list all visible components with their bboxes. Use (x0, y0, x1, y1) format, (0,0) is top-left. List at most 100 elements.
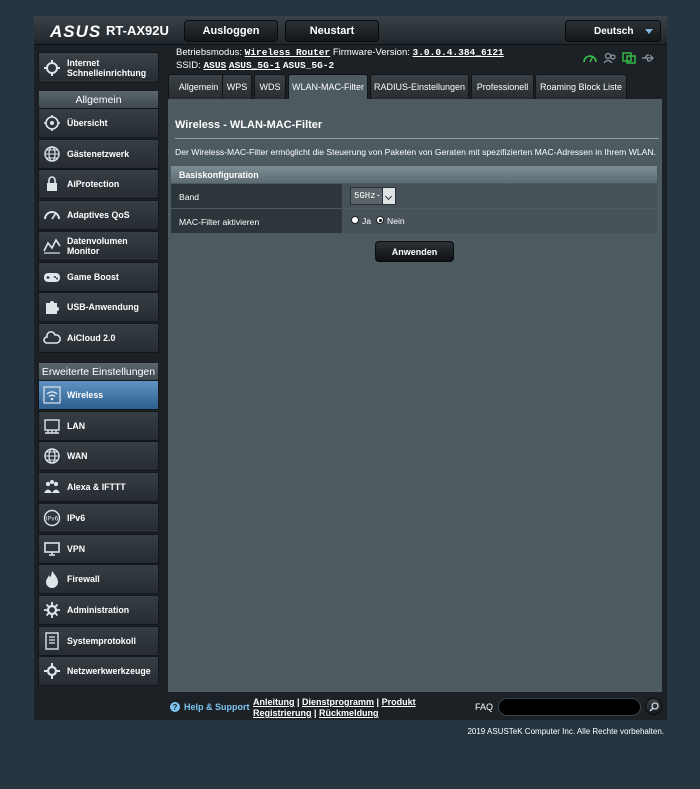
tab-wlan-mac-filter[interactable]: WLAN-MAC-Filter (288, 74, 368, 99)
sidebar-item-game-boost[interactable]: Game Boost (38, 261, 159, 292)
sidebar-item-label: WAN (67, 451, 88, 462)
sidebar-item-label: Firewall (67, 574, 100, 585)
sidebar-item-label: Netzwerkwerkzeuge (67, 666, 151, 677)
copyright-text: 2019 ASUSTeK Computer Inc. Alle Rechte v… (467, 727, 664, 736)
band-select[interactable]: 5GHz-1 (350, 187, 396, 205)
help-support-label: Help & Support (184, 702, 250, 712)
utility-link[interactable]: Dienstprogramm (302, 697, 374, 707)
tab-radius-einstellungen[interactable]: RADIUS-Einstellungen (370, 74, 469, 99)
sidebar-item-quick-internet-setup[interactable]: Internet Schnelleinrichtung (38, 52, 159, 83)
mac-filter-radio-no[interactable] (376, 216, 384, 224)
internet-status-icon[interactable] (583, 52, 597, 64)
sidebar-item-datenvolumen-monitor[interactable]: Datenvolumen Monitor (38, 230, 159, 261)
tab-professionell[interactable]: Professionell (471, 74, 534, 99)
svg-text:IPv6: IPv6 (46, 515, 59, 522)
table-row-band: Band 5GHz-1 (171, 184, 657, 209)
faq-search-button[interactable] (645, 698, 662, 715)
wifi-icon (43, 386, 61, 404)
lan-icon (43, 417, 61, 435)
logout-button[interactable]: Ausloggen (184, 20, 278, 42)
sidebar-item-label: Wireless (67, 390, 104, 400)
sidebar-item-netzwerkwerkzeuge[interactable]: Netzwerkwerkzeuge (38, 656, 159, 687)
tab-wds[interactable]: WDS (254, 74, 286, 99)
sidebar-item-label: Adaptives QoS (67, 210, 130, 221)
feedback-link[interactable]: Rückmeldung (319, 708, 379, 718)
sidebar-item-adaptives-qos[interactable]: Adaptives QoS (38, 200, 159, 231)
traffic-chart-icon (43, 237, 61, 255)
sidebar-item-label: VPN (67, 543, 86, 554)
mac-filter-value-cell: Ja Nein (342, 209, 657, 233)
usb-icon[interactable] (641, 52, 655, 64)
sidebar-item-wan[interactable]: WAN (38, 441, 159, 472)
globe-icon (43, 447, 61, 465)
cloud-icon (43, 329, 61, 347)
mac-filter-radio-yes[interactable] (351, 216, 359, 224)
sidebar-item-usb-anwendung[interactable]: USB-Anwendung (38, 292, 159, 323)
asus-logo: ASUS (50, 22, 102, 41)
help-support-link[interactable]: ? Help & Support (170, 702, 250, 712)
sidebar-item-label: Internet Schnelleinrichtung (67, 57, 147, 78)
sidebar-item-gästenetzwerk[interactable]: Gästenetzwerk (38, 138, 159, 169)
usb-device-status-icon[interactable] (622, 52, 636, 64)
fire-icon (43, 570, 61, 589)
admin-icon (43, 601, 61, 619)
help-icon: ? (170, 702, 180, 712)
sidebar-item-wireless[interactable]: Wireless (38, 380, 159, 410)
sidebar-item-label: AiProtection (67, 179, 120, 190)
chevron-down-icon (382, 188, 395, 204)
sidebar-item-label: Systemprotokoll (67, 635, 136, 646)
manual-link[interactable]: Anleitung (253, 697, 295, 707)
band-value-cell: 5GHz-1 (342, 184, 657, 208)
sidebar-item-aicloud-2-0[interactable]: AiCloud 2.0 (38, 322, 159, 353)
mode-value-link[interactable]: Wireless Router (245, 47, 331, 58)
ipv6-icon: IPv6 (43, 509, 61, 527)
sidebar-item-label: Administration (67, 604, 130, 615)
ssid-label: SSID: (176, 60, 201, 71)
firmware-label: Firmware-Version: (332, 47, 410, 58)
section-header: Basiskonfiguration (171, 166, 657, 183)
page-description: Der Wireless-MAC-Filter ermöglicht die S… (175, 147, 656, 157)
apply-button[interactable]: Anwenden (375, 241, 454, 262)
sidebar-item-ipv6[interactable]: IPv6 IPv6 (38, 502, 159, 533)
sidebar-item-vpn[interactable]: VPN (38, 533, 159, 564)
firmware-value-link[interactable]: 3.0.0.4.384_6121 (413, 47, 504, 58)
sidebar-item-label: AiCloud 2.0 (67, 332, 116, 343)
mode-label: Betriebsmodus: (176, 47, 243, 58)
clients-status-icon[interactable] (603, 52, 617, 64)
ssid-link[interactable]: ASUS (203, 60, 226, 71)
language-select[interactable]: Deutsch (565, 20, 661, 42)
ssid-link[interactable]: ASUS_5G-1 (229, 60, 280, 71)
tab-allgemein[interactable]: Allgemein (168, 74, 229, 99)
sidebar-item-label: Alexa & IFTTT (67, 482, 126, 493)
sidebar-section-advanced: Erweiterte Einstellungen (38, 362, 159, 381)
sidebar-item-firewall[interactable]: Firewall (38, 564, 159, 595)
network-map-icon (43, 114, 61, 132)
table-row-mac-filter: MAC-Filter aktivieren Ja Nein (171, 209, 657, 234)
sidebar-item-alexa-ifttt[interactable]: Alexa & IFTTT (38, 472, 159, 503)
people-icon (43, 478, 61, 496)
sidebar-item-aiprotection[interactable]: AiProtection (38, 169, 159, 200)
lock-icon (43, 175, 61, 193)
sidebar-section-general: Allgemein (38, 90, 159, 109)
tab-wps[interactable]: WPS (222, 74, 252, 99)
sidebar-item-label: Game Boost (67, 271, 119, 282)
sidebar-item-label: LAN (67, 420, 86, 431)
chevron-down-icon (645, 29, 653, 34)
reboot-button[interactable]: Neustart (285, 20, 379, 42)
tab-roaming-block-liste[interactable]: Roaming Block Liste (535, 74, 627, 99)
sidebar-item-übersicht[interactable]: Übersicht (38, 108, 159, 138)
sidebar-item-label: Gästenetzwerk (67, 148, 130, 159)
wizard-icon (43, 59, 61, 77)
sidebar-item-systemprotokoll[interactable]: Systemprotokoll (38, 625, 159, 656)
log-icon (43, 631, 61, 650)
tools-icon (43, 662, 61, 680)
sidebar-item-administration[interactable]: Administration (38, 594, 159, 625)
footer-links: Anleitung | Dienstprogramm | Produkt Reg… (253, 697, 416, 718)
radio-no-label: Nein (387, 216, 405, 226)
speedometer-icon (43, 206, 61, 224)
faq-search-input[interactable] (498, 698, 641, 716)
router-model: RT-AX92U (106, 23, 169, 38)
sidebar-item-lan[interactable]: LAN (38, 410, 159, 441)
band-label: Band (179, 192, 200, 202)
ssid-link[interactable]: ASUS_5G-2 (283, 60, 334, 71)
